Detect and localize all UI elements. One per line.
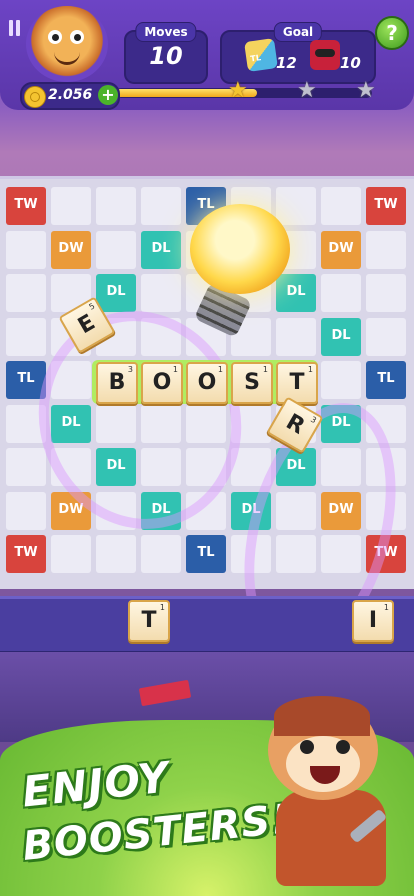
- premium-label: TW: [374, 197, 398, 212]
- premium-label: DL: [331, 327, 351, 343]
- board-cell[interactable]: [366, 317, 406, 356]
- hamster-mascot: [256, 680, 406, 890]
- board-cell-tl[interactable]: TL: [366, 361, 406, 399]
- premium-label: TW: [14, 197, 38, 212]
- goal-item-mask: 10: [310, 40, 372, 74]
- premium-label: TL: [17, 371, 35, 386]
- coin-icon: [24, 86, 46, 108]
- board-cell[interactable]: [321, 274, 361, 312]
- goal-panel: Goal TL 12 10: [220, 22, 376, 84]
- premium-label: TL: [197, 545, 215, 560]
- board-cell-tw[interactable]: TW: [366, 187, 406, 225]
- board-cell[interactable]: [96, 535, 136, 573]
- board-cell[interactable]: [6, 317, 46, 356]
- premium-label: DW: [58, 240, 84, 256]
- board-cell-dl[interactable]: DL: [96, 274, 136, 312]
- board-cell[interactable]: [276, 317, 316, 356]
- board-cell[interactable]: [141, 274, 181, 312]
- word-tile: O1: [186, 362, 228, 404]
- board-cell-dl[interactable]: DL: [321, 317, 361, 356]
- coin-counter: 2.056 +: [20, 82, 120, 110]
- rack-tile[interactable]: T1: [128, 600, 170, 642]
- premium-label: DL: [106, 284, 126, 299]
- moves-label: Moves: [135, 22, 197, 42]
- word-tile: O1: [141, 362, 183, 404]
- board-cell[interactable]: [366, 230, 406, 269]
- board-cell[interactable]: [321, 187, 361, 225]
- board-cell-dw[interactable]: DW: [321, 230, 361, 269]
- board-cell-tw[interactable]: TW: [6, 535, 46, 573]
- star-3-icon: ★: [356, 78, 376, 103]
- premium-label: DL: [286, 284, 306, 299]
- lightbulb-booster-icon: [190, 204, 290, 294]
- board-cell[interactable]: [96, 187, 136, 225]
- word-tile: B3: [96, 362, 138, 404]
- board-cell-tw[interactable]: TW: [6, 187, 46, 225]
- board-cell[interactable]: [6, 448, 46, 486]
- word-tile: T1: [276, 362, 318, 404]
- board-cell-dl[interactable]: DL: [141, 230, 181, 269]
- board-cell[interactable]: [6, 491, 46, 530]
- star-2-icon: ★: [297, 78, 317, 103]
- coin-value: 2.056: [48, 87, 93, 103]
- word-tile: S1: [231, 362, 273, 404]
- rack-tile[interactable]: I1: [352, 600, 394, 642]
- board-cell[interactable]: [6, 230, 46, 269]
- player-avatar[interactable]: [26, 6, 108, 82]
- board-cell[interactable]: [6, 274, 46, 312]
- board-cell[interactable]: [141, 535, 181, 573]
- moves-count: 10: [149, 42, 183, 70]
- moves-panel: Moves 10: [124, 22, 208, 84]
- premium-label: DW: [328, 240, 354, 256]
- board-cell[interactable]: [51, 187, 91, 225]
- dw-cube-icon: TL: [244, 38, 278, 72]
- board-cell[interactable]: [366, 274, 406, 312]
- board-cell[interactable]: [276, 187, 316, 225]
- board-cell[interactable]: [51, 535, 91, 573]
- add-coins-button[interactable]: +: [98, 85, 118, 105]
- board-cell[interactable]: [96, 230, 136, 269]
- goal-item-cube: TL 12: [244, 38, 308, 74]
- board-cell-dl[interactable]: DL: [276, 274, 316, 312]
- board-cell-dw[interactable]: DW: [51, 230, 91, 269]
- board-cell[interactable]: [321, 361, 361, 399]
- premium-label: TL: [377, 371, 395, 386]
- board-cell-tl[interactable]: TL: [186, 535, 226, 573]
- goal-cube-count: 12: [276, 54, 297, 72]
- pause-button[interactable]: [8, 20, 22, 38]
- star-1-icon: ★: [228, 78, 248, 103]
- goal-mask-count: 10: [340, 54, 361, 72]
- goal-label: Goal: [273, 22, 323, 42]
- premium-label: TW: [14, 545, 38, 560]
- help-button[interactable]: ?: [375, 16, 409, 50]
- premium-label: DL: [151, 240, 171, 256]
- board-cell[interactable]: [141, 187, 181, 225]
- red-mask-icon: [310, 40, 340, 70]
